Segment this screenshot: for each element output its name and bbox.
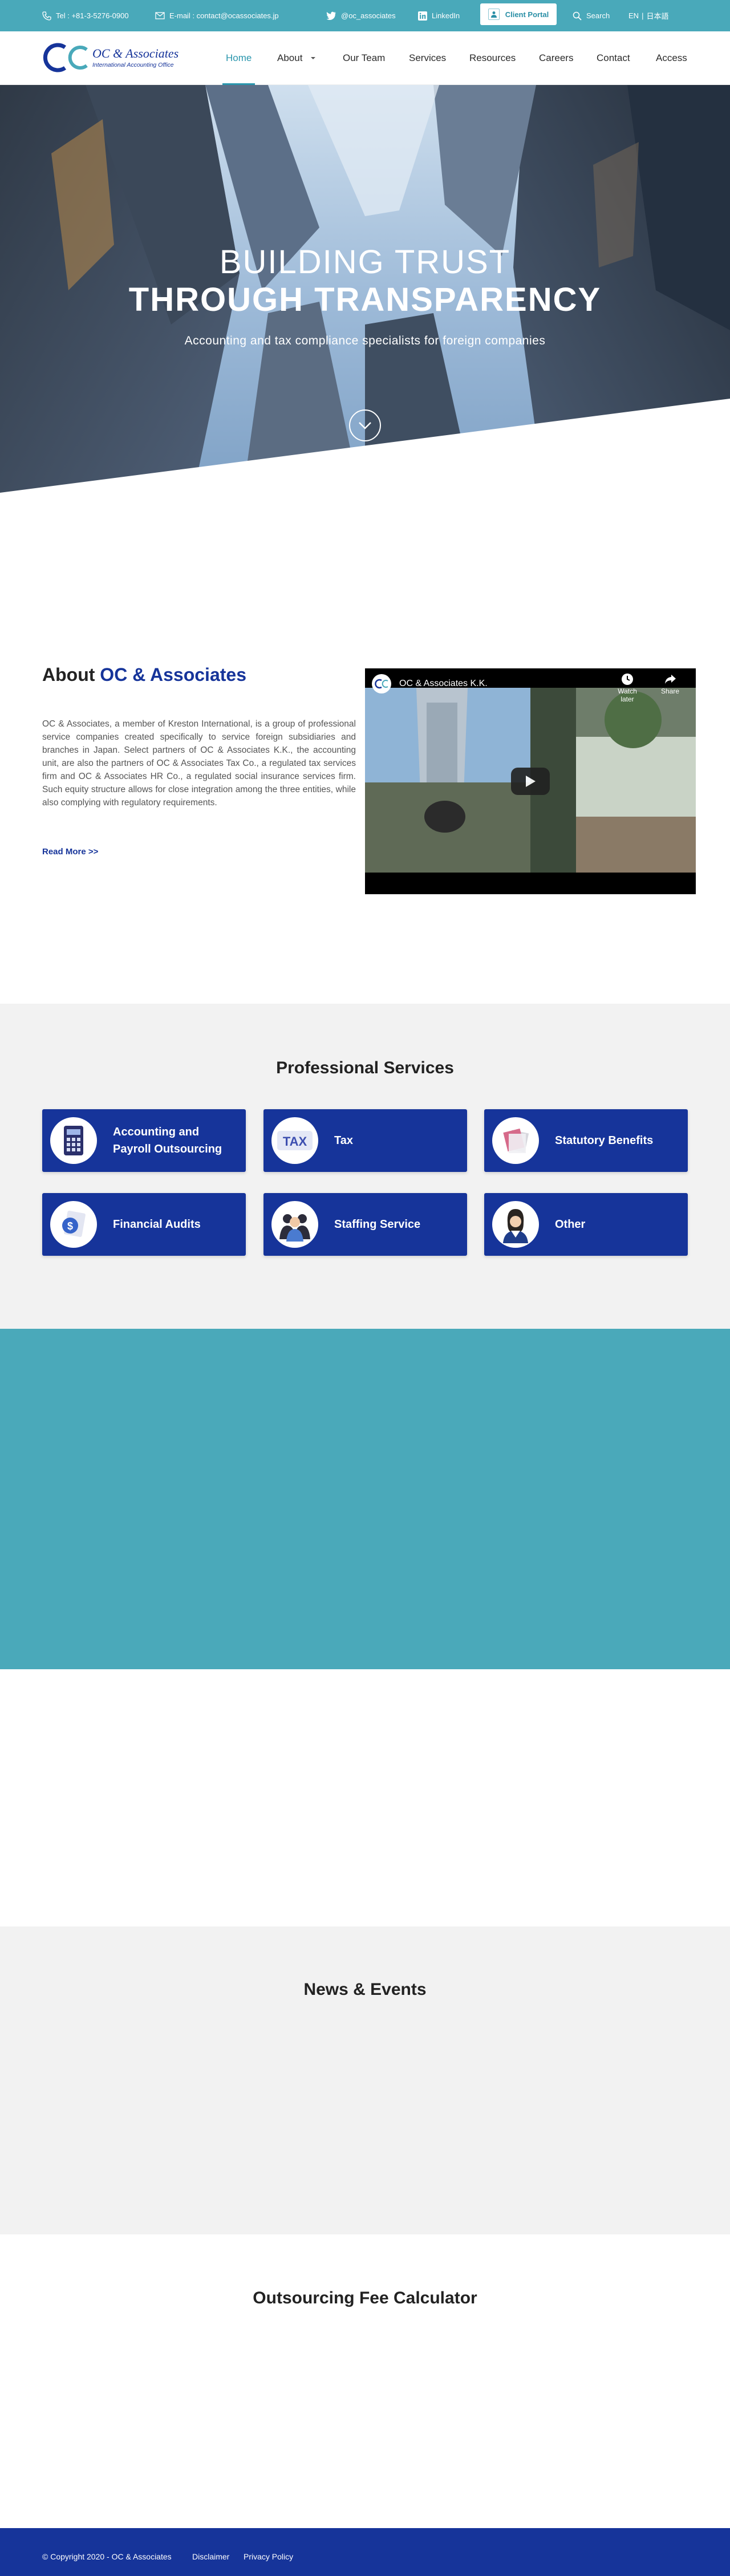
service-card-tax[interactable]: TAX Tax (263, 1109, 467, 1172)
search-link[interactable]: Search (573, 0, 610, 31)
search-icon (573, 11, 582, 21)
documents-icon (492, 1117, 539, 1164)
nav-about-label: About (277, 52, 303, 63)
email-text: E-mail : contact@ocassociates.jp (169, 11, 279, 20)
calculator-icon (50, 1117, 97, 1164)
lang-jp[interactable]: 日本語 (646, 10, 668, 21)
nav-careers[interactable]: Careers (539, 31, 573, 85)
disclaimer-link[interactable]: Disclaimer (192, 2552, 229, 2561)
hero-title-line2: THROUGH TRANSPARENCY (128, 281, 602, 318)
nav-our-team[interactable]: Our Team (343, 31, 385, 85)
nav-about[interactable]: About (277, 31, 316, 85)
nav-access[interactable]: Access (656, 31, 687, 85)
share-icon (665, 675, 676, 684)
phone-link[interactable]: Tel : +81-3-5276-0900 (42, 0, 129, 31)
hero-title-line1: BUILDING TRUST (219, 244, 511, 281)
top-bar: Tel : +81-3-5276-0900 E-mail : contact@o… (0, 0, 730, 31)
lang-en[interactable]: EN (628, 11, 639, 20)
linkedin-label: LinkedIn (432, 11, 460, 20)
service-label-accounting: Accounting and Payroll Outsourcing (113, 1126, 222, 1155)
service-label-tax: Tax (334, 1134, 353, 1147)
lang-divider: | (642, 11, 644, 20)
service-card-statutory-benefits[interactable]: Statutory Benefits (484, 1109, 688, 1172)
service-card-financial-audits[interactable]: $ Financial Audits (42, 1193, 246, 1256)
watch-later-button[interactable]: Watch later (610, 673, 644, 703)
caret-down-icon (311, 57, 316, 59)
email-link[interactable]: E-mail : contact@ocassociates.jp (155, 0, 279, 31)
nav-home[interactable]: Home (222, 31, 256, 85)
twitter-icon (326, 11, 336, 20)
hero-banner: BUILDING TRUST THROUGH TRANSPARENCY Acco… (0, 85, 730, 518)
share-label: Share (660, 687, 680, 695)
audit-icon: $ (50, 1201, 97, 1248)
logo-tagline: International Accounting Office (92, 62, 174, 68)
language-switcher: EN | 日本語 (628, 0, 668, 31)
about-title-prefix: About (42, 664, 100, 685)
svg-text:$: $ (67, 1220, 73, 1232)
play-icon (526, 776, 536, 787)
clock-icon (622, 674, 633, 685)
video-title[interactable]: OC & Associates K.K. (399, 679, 488, 689)
chevron-down-icon (359, 422, 371, 429)
privacy-policy-link[interactable]: Privacy Policy (244, 2552, 293, 2561)
client-portal-label: Client Portal (505, 10, 549, 19)
twitter-handle: @oc_associates (341, 11, 396, 20)
user-icon (488, 9, 500, 20)
about-title-brand: OC & Associates (100, 664, 246, 685)
fee-calculator-title: Outsourcing Fee Calculator (253, 2289, 477, 2307)
service-label-staffing: Staffing Service (334, 1218, 421, 1231)
hero-subtitle: Accounting and tax compliance specialist… (184, 334, 546, 347)
read-more-link[interactable]: Read More >> (42, 847, 98, 857)
phone-icon (42, 11, 51, 21)
person-icon (492, 1201, 539, 1248)
share-button[interactable]: Share (656, 673, 684, 695)
video-player[interactable]: OC & Associates K.K. Watch later Share (365, 668, 696, 894)
copyright-text: © Copyright 2020 - OC & Associates (42, 2552, 172, 2561)
services-section: Professional Services Accounting and Pay… (0, 1004, 730, 1329)
oc-logo-small-icon (375, 679, 388, 689)
channel-avatar[interactable] (372, 674, 391, 693)
phone-text: Tel : +81-3-5276-0900 (56, 11, 129, 20)
service-card-staffing[interactable]: Staffing Service (263, 1193, 467, 1256)
service-label-statutory-benefits: Statutory Benefits (555, 1134, 654, 1147)
watch-later-label: Watch later (618, 687, 637, 703)
logo-name: OC & Associates (92, 46, 179, 60)
staff-icon (271, 1201, 318, 1248)
site-logo[interactable]: OC & Associates International Accounting… (42, 40, 185, 75)
nav-resources[interactable]: Resources (469, 31, 516, 85)
footer: © Copyright 2020 - OC & Associates Discl… (0, 2528, 730, 2576)
oc-logo-mark (43, 43, 88, 72)
client-portal-button[interactable]: Client Portal (480, 3, 557, 25)
service-card-accounting[interactable]: Accounting and Payroll Outsourcing (42, 1109, 246, 1172)
services-title: Professional Services (276, 1058, 454, 1077)
nav-contact[interactable]: Contact (597, 31, 630, 85)
linkedin-icon (418, 11, 427, 21)
main-navigation: OC & Associates International Accounting… (0, 31, 730, 85)
play-button[interactable] (511, 768, 550, 795)
linkedin-link[interactable]: LinkedIn (418, 0, 460, 31)
service-label-financial-audits: Financial Audits (113, 1218, 201, 1231)
scroll-down-button[interactable] (349, 409, 381, 441)
tax-icon: TAX (271, 1117, 318, 1164)
about-description: OC & Associates, a member of Kreston Int… (42, 719, 356, 808)
twitter-link[interactable]: @oc_associates (326, 0, 396, 31)
service-label-other: Other (555, 1218, 586, 1231)
about-title: About OC & Associates (42, 664, 246, 685)
nav-services[interactable]: Services (409, 31, 446, 85)
search-label: Search (586, 11, 610, 20)
service-card-other[interactable]: Other (484, 1193, 688, 1256)
news-events-title: News & Events (303, 1980, 427, 1999)
mail-icon (155, 12, 165, 19)
teal-banner-section (0, 1329, 730, 1669)
svg-text:TAX: TAX (283, 1134, 307, 1149)
news-events-section: News & Events (0, 1926, 730, 2234)
